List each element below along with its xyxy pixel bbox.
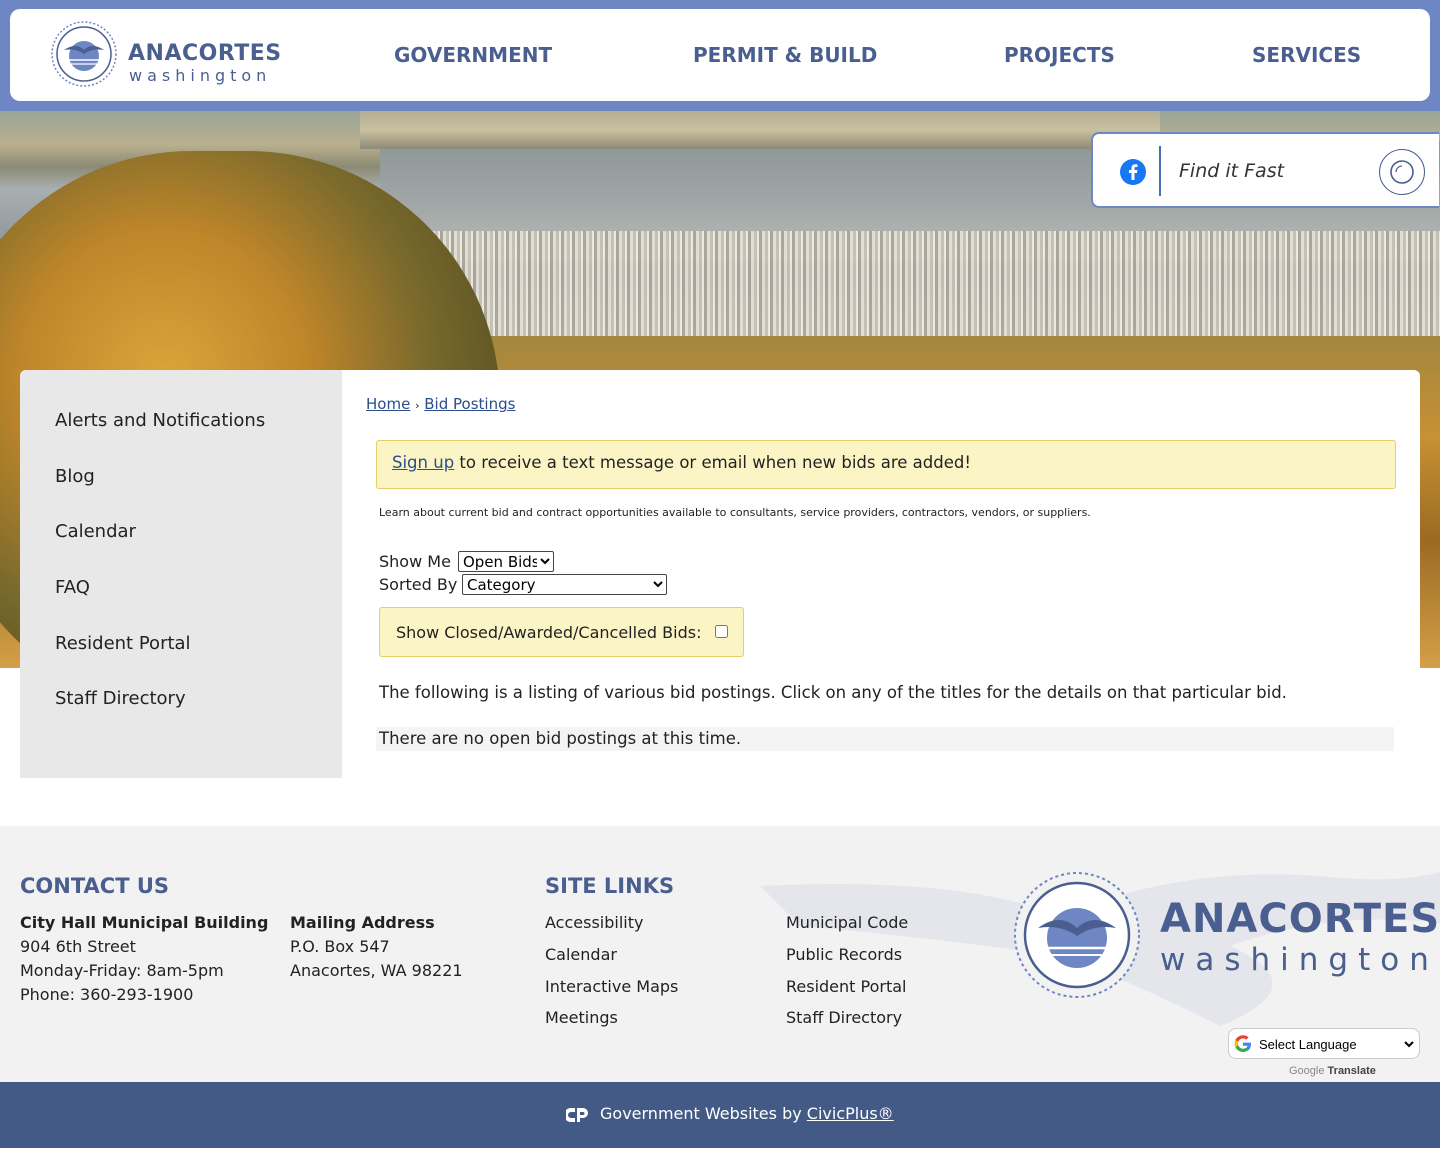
- civicplus-icon: [566, 1108, 588, 1122]
- site-header: ANACORTES washington GOVERNMENT PERMIT &…: [10, 9, 1430, 101]
- show-me-label: Show Me: [379, 552, 451, 571]
- search-button[interactable]: [1379, 149, 1425, 195]
- city-hall-title: City Hall Municipal Building: [20, 913, 269, 932]
- sidebar-item-resident-portal[interactable]: Resident Portal: [55, 633, 191, 654]
- powered-by-google: Google Translate: [1289, 1065, 1376, 1077]
- listing-intro: The following is a listing of various bi…: [379, 683, 1287, 702]
- search-icon: [1390, 160, 1414, 184]
- city-hall-hours: Monday-Friday: 8am-5pm: [20, 961, 224, 980]
- mailing-box: P.O. Box 547: [290, 937, 390, 956]
- civicplus-credit-text: Government Websites by: [600, 1104, 807, 1123]
- sidebar: Alerts and Notifications Blog Calendar F…: [20, 370, 342, 778]
- sidebar-item-staff-directory[interactable]: Staff Directory: [55, 688, 186, 709]
- closed-bids-filter: Show Closed/Awarded/Cancelled Bids:: [379, 607, 744, 657]
- city-hall-phone: Phone: 360-293-1900: [20, 985, 194, 1004]
- sidebar-item-blog[interactable]: Blog: [55, 466, 95, 487]
- footer-link-resident-portal[interactable]: Resident Portal: [786, 977, 907, 996]
- logo-title: ANACORTES: [128, 41, 282, 66]
- footer-link-meetings[interactable]: Meetings: [545, 1008, 618, 1027]
- city-seal-icon: [51, 21, 117, 87]
- powered-translate[interactable]: Translate: [1328, 1065, 1376, 1077]
- logo-subtitle: washington: [129, 66, 272, 85]
- breadcrumb: Home › Bid Postings: [366, 395, 515, 413]
- powered-google: Google: [1289, 1065, 1325, 1077]
- search-panel: [1091, 132, 1439, 208]
- site-logo[interactable]: ANACORTES washington: [50, 19, 290, 91]
- contact-heading: CONTACT US: [20, 874, 170, 898]
- nav-projects[interactable]: PROJECTS: [1004, 9, 1115, 101]
- show-me-select[interactable]: Open Bids: [458, 551, 554, 572]
- city-hall-address: City Hall Municipal Building 904 6th Str…: [20, 911, 268, 1007]
- nav-permit-build[interactable]: PERMIT & BUILD: [693, 9, 877, 101]
- site-footer: CONTACT US City Hall Municipal Building …: [0, 826, 1440, 1082]
- nav-services[interactable]: SERVICES: [1252, 9, 1361, 101]
- closed-bids-label: Show Closed/Awarded/Cancelled Bids:: [396, 623, 702, 642]
- footer-link-public-records[interactable]: Public Records: [786, 945, 902, 964]
- sidebar-item-faq[interactable]: FAQ: [55, 577, 90, 598]
- facebook-icon[interactable]: [1119, 158, 1147, 186]
- language-selector[interactable]: Select Language: [1228, 1028, 1420, 1059]
- footer-link-municipal-code[interactable]: Municipal Code: [786, 913, 908, 932]
- signup-link[interactable]: Sign up: [392, 453, 454, 472]
- sorted-by-select[interactable]: Category: [462, 574, 667, 595]
- footer-link-staff-directory[interactable]: Staff Directory: [786, 1008, 902, 1027]
- footer-city-seal-icon[interactable]: [1012, 870, 1142, 1000]
- footer-link-interactive-maps[interactable]: Interactive Maps: [545, 977, 678, 996]
- footer-logo-subtitle: washington: [1160, 942, 1439, 978]
- civicplus-link[interactable]: CivicPlus®: [807, 1104, 894, 1123]
- civicplus-credit: Government Websites by CivicPlus®: [600, 1104, 894, 1123]
- footer-logo-title: ANACORTES: [1160, 896, 1440, 942]
- closed-bids-checkbox[interactable]: [715, 625, 728, 638]
- signup-notice: Sign up to receive a text message or ema…: [376, 440, 1396, 489]
- google-icon: [1234, 1035, 1251, 1052]
- sidebar-item-alerts[interactable]: Alerts and Notifications: [55, 410, 265, 431]
- search-divider: [1159, 146, 1161, 196]
- city-hall-street: 904 6th Street: [20, 937, 136, 956]
- mailing-title: Mailing Address: [290, 913, 435, 932]
- breadcrumb-current[interactable]: Bid Postings: [424, 395, 515, 413]
- mailing-city: Anacortes, WA 98221: [290, 961, 463, 980]
- sidebar-item-calendar[interactable]: Calendar: [55, 521, 136, 542]
- search-input[interactable]: [1179, 156, 1369, 186]
- site-links-heading: SITE LINKS: [545, 874, 675, 898]
- no-postings-message: There are no open bid postings at this t…: [376, 727, 1394, 751]
- page-description: Learn about current bid and contract opp…: [379, 506, 1091, 519]
- breadcrumb-home[interactable]: Home: [366, 395, 410, 413]
- signup-notice-text: to receive a text message or email when …: [454, 453, 971, 472]
- mailing-address: Mailing Address P.O. Box 547 Anacortes, …: [290, 911, 463, 983]
- language-select[interactable]: Select Language: [1255, 1034, 1417, 1054]
- footer-link-calendar[interactable]: Calendar: [545, 945, 617, 964]
- nav-government[interactable]: GOVERNMENT: [394, 9, 552, 101]
- sorted-by-label: Sorted By: [379, 575, 458, 594]
- footer-link-accessibility[interactable]: Accessibility: [545, 913, 643, 932]
- main-content: Home › Bid Postings Sign up to receive a…: [342, 370, 1420, 778]
- breadcrumb-separator: ›: [415, 399, 420, 412]
- bottom-bar: Government Websites by CivicPlus®: [0, 1082, 1440, 1148]
